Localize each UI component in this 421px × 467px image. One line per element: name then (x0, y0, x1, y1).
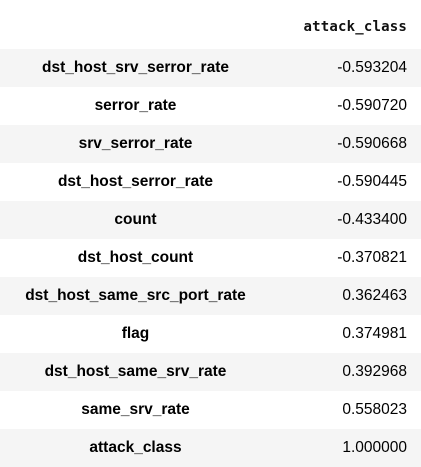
table-header-row: attack_class (0, 0, 421, 56)
row-index-label: srv_serror_rate (78, 135, 193, 152)
row-index-label: same_srv_rate (81, 401, 190, 418)
row-index-label: attack_class (89, 439, 182, 456)
row-index-label: dst_host_same_src_port_rate (25, 287, 246, 304)
table-row: srv_serror_rate -0.590668 (0, 125, 421, 163)
row-value: -0.590445 (337, 173, 407, 190)
row-index-label: dst_host_count (77, 249, 194, 266)
table-row: flag 0.374981 (0, 315, 421, 353)
row-index-label: dst_host_serror_rate (57, 173, 214, 190)
row-value: 0.374981 (342, 325, 407, 342)
row-index-label: count (114, 211, 157, 228)
table-row: dst_host_same_srv_rate 0.392968 (0, 353, 421, 391)
row-index-label: dst_host_same_srv_rate (44, 363, 227, 380)
row-index-label: flag (121, 325, 150, 342)
table-row: dst_host_count -0.370821 (0, 239, 421, 277)
table-row: dst_host_same_src_port_rate 0.362463 (0, 277, 421, 315)
table-row: same_srv_rate 0.558023 (0, 391, 421, 429)
row-value: 0.558023 (342, 401, 407, 418)
table-row: count -0.433400 (0, 201, 421, 239)
table-row: dst_host_serror_rate -0.590445 (0, 163, 421, 201)
column-header-attack-class: attack_class (303, 19, 407, 35)
row-value: -0.433400 (337, 211, 407, 228)
row-value: -0.593204 (337, 59, 407, 76)
table-row: serror_rate -0.590720 (0, 87, 421, 125)
row-value: -0.590720 (337, 97, 407, 114)
row-value: -0.590668 (337, 135, 407, 152)
row-index-label: dst_host_srv_serror_rate (42, 59, 229, 76)
row-value: 0.392968 (342, 363, 407, 380)
row-value: 0.362463 (342, 287, 407, 304)
table-row: attack_class 1.000000 (0, 429, 421, 467)
dataframe-table: attack_class dst_host_srv_serror_rate -0… (0, 0, 421, 467)
table-row: dst_host_srv_serror_rate -0.593204 (0, 49, 421, 87)
row-index-label: serror_rate (94, 97, 177, 114)
table-body: dst_host_srv_serror_rate -0.593204 serro… (0, 49, 421, 467)
row-value: 1.000000 (342, 439, 407, 456)
row-value: -0.370821 (337, 249, 407, 266)
